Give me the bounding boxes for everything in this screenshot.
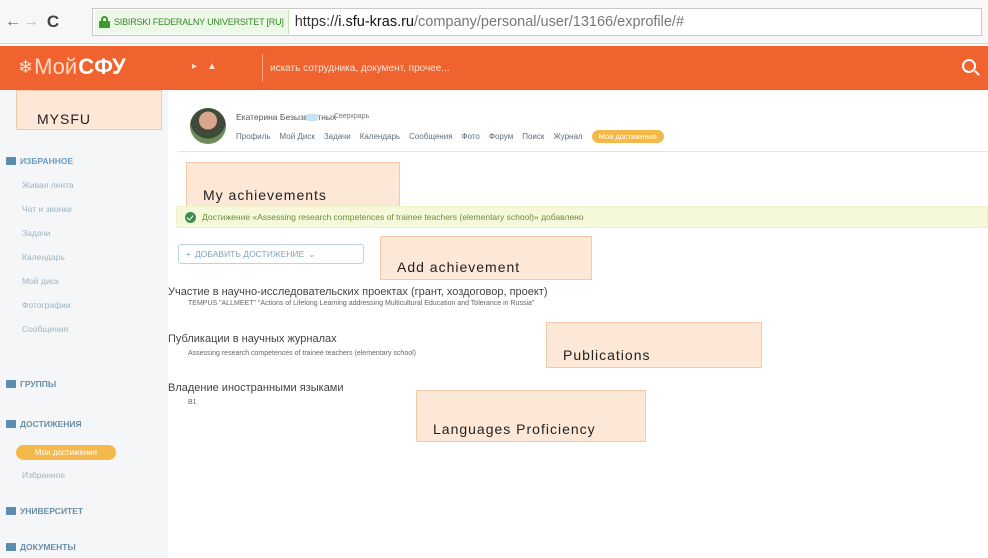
tab-photo[interactable]: Фото	[462, 132, 480, 141]
address-bar[interactable]: SIBIRSKI FEDERALNY UNIVERSITET [RU] http…	[92, 8, 982, 36]
app-header: ❄ Мой СФУ ▸ ▲	[0, 46, 988, 90]
university-icon	[6, 507, 16, 515]
browser-toolbar: ← → C SIBIRSKI FEDERALNY UNIVERSITET [RU…	[0, 0, 988, 44]
documents-icon	[6, 543, 16, 551]
groups-icon	[6, 380, 16, 388]
url-path: /company/personal/user/13166/exprofile/#	[414, 14, 685, 30]
section-title-languages: Владение иностранными языками	[168, 382, 344, 394]
section-label: ДОКУМЕНТЫ	[20, 542, 76, 552]
tab-messages[interactable]: Сообщения	[409, 132, 452, 141]
main-content: Екатерина Безызвестных Сверхрарь Профиль…	[168, 90, 988, 558]
sidebar: MYSFU ИЗБРАННОЕ Живая лента Чат и звонки…	[0, 90, 168, 558]
chevron-down-icon: ⌄	[308, 248, 316, 259]
avatar[interactable]	[190, 108, 226, 144]
tab-calendar[interactable]: Календарь	[360, 132, 400, 141]
screen: ← → C SIBIRSKI FEDERALNY UNIVERSITET [RU…	[0, 0, 988, 558]
redacted-overlay-mysfu: MYSFU	[16, 90, 162, 130]
section-label: ГРУППЫ	[20, 379, 57, 389]
status-indicator	[306, 114, 318, 121]
user-role: Сверхрарь	[334, 113, 370, 120]
sidebar-item-calendar[interactable]: Календарь	[22, 252, 65, 262]
redacted-label-publications: Publications	[563, 347, 651, 363]
sidebar-item-favorites-achievements[interactable]: Избранное	[22, 470, 65, 480]
section-value-languages[interactable]: B1	[188, 399, 197, 406]
header-divider	[262, 54, 263, 82]
redacted-overlay-title: My achievements	[186, 162, 400, 208]
ssl-badge[interactable]: SIBIRSKI FEDERALNY UNIVERSITET [RU]	[95, 10, 289, 34]
sidebar-item-tasks[interactable]: Задачи	[22, 228, 51, 238]
redacted-overlay-publications: Publications	[546, 322, 762, 368]
redacted-overlay-languages: Languages Proficiency	[416, 390, 646, 442]
add-achievement-label: ДОБАВИТЬ ДОСТИЖЕНИЕ	[194, 249, 305, 259]
profile-card: Екатерина Безызвестных Сверхрарь Профиль…	[178, 100, 988, 152]
tab-tasks[interactable]: Задачи	[324, 132, 351, 141]
search-input[interactable]	[270, 57, 950, 79]
tab-search[interactable]: Поиск	[522, 132, 544, 141]
user-name[interactable]: Екатерина Безызвестных	[236, 112, 336, 122]
url-text[interactable]: https://i.sfu-kras.ru/company/personal/u…	[295, 14, 684, 30]
sidebar-item-messages[interactable]: Сообщения	[22, 324, 68, 334]
section-label: ДОСТИЖЕНИЯ	[20, 419, 82, 429]
forward-icon[interactable]: →	[22, 9, 40, 35]
redacted-overlay-add: Add achievement	[380, 236, 592, 280]
notifications-icon[interactable]: ▸	[192, 61, 197, 72]
check-circle-icon	[185, 211, 196, 223]
back-icon[interactable]: ←	[4, 9, 22, 35]
add-achievement-button[interactable]: + ДОБАВИТЬ ДОСТИЖЕНИЕ ⌄	[178, 244, 364, 264]
section-label: УНИВЕРСИТЕТ	[20, 506, 84, 516]
logo-prefix: Мой	[34, 54, 78, 79]
section-value-projects[interactable]: TEMPUS "ALLMEET" "Actions of Lifelong Le…	[188, 300, 534, 307]
redacted-label-title: My achievements	[203, 187, 327, 203]
search-icon[interactable]	[962, 59, 976, 73]
sidebar-section-documents[interactable]: ДОКУМЕНТЫ	[6, 542, 76, 552]
profile-tabs: Профиль Мой Диск Задачи Календарь Сообще…	[236, 130, 664, 143]
user-menu-icon[interactable]: ▲	[207, 61, 217, 72]
sidebar-item-drive[interactable]: Мой диск	[22, 276, 59, 286]
sidebar-section-university[interactable]: УНИВЕРСИТЕТ	[6, 506, 83, 516]
redacted-label-mysfu: MYSFU	[37, 111, 91, 127]
sidebar-section-achievements[interactable]: ДОСТИЖЕНИЯ	[6, 419, 82, 429]
alert-text: Достижение «Assessing research competenc…	[202, 212, 584, 222]
reload-icon[interactable]: C	[44, 9, 62, 35]
sidebar-section-groups[interactable]: ГРУППЫ	[6, 379, 56, 389]
trophy-icon	[6, 420, 16, 428]
ssl-label: SIBIRSKI FEDERALNY UNIVERSITET [RU]	[114, 17, 284, 27]
logo[interactable]: ❄ Мой СФУ	[18, 54, 126, 80]
tab-drive[interactable]: Мой Диск	[280, 132, 315, 141]
url-host: i.sfu-kras.ru	[338, 14, 414, 30]
tab-my-achievements[interactable]: Мои достижения	[591, 130, 664, 143]
plus-icon: +	[186, 249, 191, 259]
url-scheme: https://	[294, 14, 339, 30]
pencil-icon	[6, 157, 16, 165]
section-title-publications: Публикации в научных журналах	[168, 333, 337, 345]
lock-icon	[99, 16, 110, 28]
section-value-publications[interactable]: Assessing research competences of traine…	[188, 350, 416, 357]
success-alert: Достижение «Assessing research competenc…	[176, 206, 988, 228]
tab-profile[interactable]: Профиль	[236, 132, 271, 141]
logo-brand: СФУ	[78, 54, 126, 79]
section-label: ИЗБРАННОЕ	[20, 156, 74, 166]
sidebar-item-chat[interactable]: Чат и звонки	[22, 204, 72, 214]
sidebar-item-photos[interactable]: Фотографии	[22, 300, 71, 310]
sidebar-item-my-achievements[interactable]: Мои достижения	[16, 445, 116, 460]
header-icons: ▸ ▲	[192, 61, 217, 72]
redacted-label-languages: Languages Proficiency	[433, 421, 596, 437]
sidebar-item-feed[interactable]: Живая лента	[22, 180, 74, 190]
tab-journal[interactable]: Журнал	[553, 132, 582, 141]
redacted-label-add: Add achievement	[397, 259, 521, 275]
section-title-projects: Участие в научно-исследовательских проек…	[168, 286, 548, 298]
sidebar-section-favorites[interactable]: ИЗБРАННОЕ	[6, 156, 73, 166]
tab-forum[interactable]: Форум	[489, 132, 513, 141]
snowflake-icon: ❄	[18, 56, 34, 77]
